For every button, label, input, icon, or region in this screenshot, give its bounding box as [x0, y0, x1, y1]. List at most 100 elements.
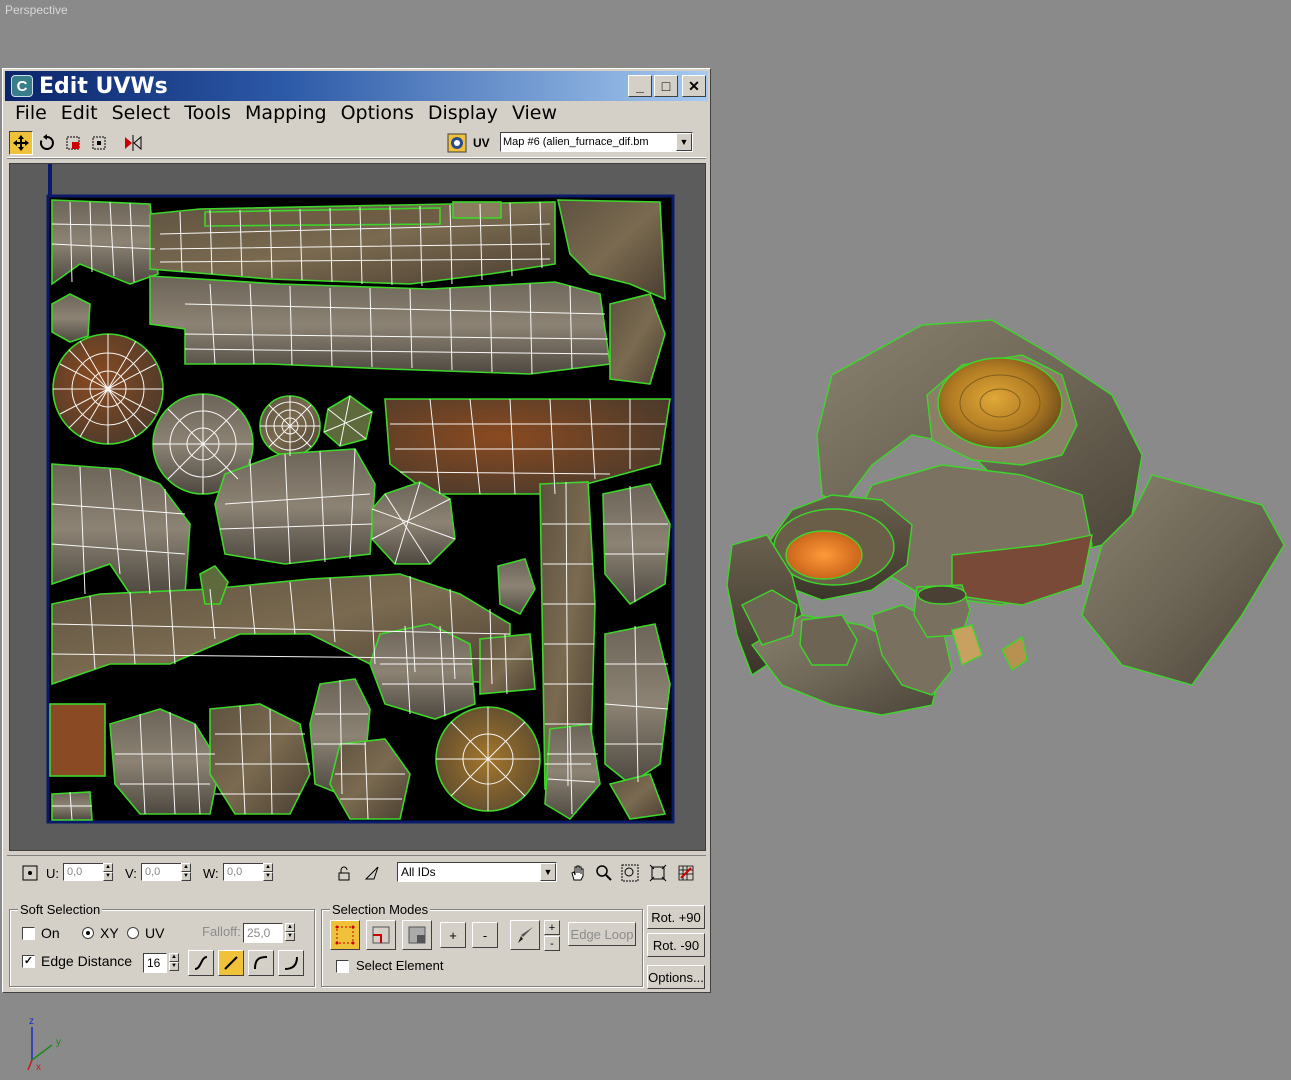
maximize-button[interactable]: □ — [654, 75, 678, 97]
edge-distance-label: Edge Distance — [41, 953, 133, 969]
edge-distance-field[interactable]: 16 — [143, 953, 167, 973]
freeform-icon — [92, 136, 106, 150]
selection-modes-group: Selection Modes + - + - Edge Loop Select… — [321, 902, 643, 987]
checker-map-button[interactable] — [445, 131, 469, 155]
falloff-fast-out-button[interactable] — [278, 950, 304, 976]
material-id-value: All IDs — [401, 865, 436, 879]
move-icon — [13, 135, 29, 151]
falloff-label: Falloff: — [202, 924, 241, 939]
menu-select[interactable]: Select — [106, 101, 179, 125]
soft-selection-group: Soft Selection On XY UV Falloff: 25,0 ▲ ▼… — [9, 902, 315, 987]
coordinate-bar: U: 0,0 ▲ ▼ V: 0,0 ▲ ▼ W: 0,0 ▲ ▼ All IDs ▼ — [7, 855, 706, 890]
zoom-extents-icon[interactable] — [647, 863, 669, 883]
slow-out-curve-icon — [254, 956, 268, 970]
window-title: Edit UVWs — [39, 74, 168, 99]
menu-edit[interactable]: Edit — [55, 101, 106, 125]
lock-icon[interactable] — [333, 863, 355, 883]
edge-mode-icon — [372, 926, 390, 944]
map-select-dropdown[interactable]: Map #6 (alien_furnace_dif.bm ▼ — [500, 132, 693, 152]
uv-radio[interactable] — [127, 927, 139, 939]
mirror-tool-button[interactable] — [121, 131, 145, 155]
v-spinner[interactable]: ▲ ▼ — [181, 863, 191, 881]
map-select-value: Map #6 (alien_furnace_dif.bm — [503, 136, 649, 148]
menu-bar: File Edit Select Tools Mapping Options D… — [9, 101, 565, 125]
edit-uvws-window: C Edit UVWs _ □ ✕ File Edit Select Tools… — [2, 68, 711, 993]
viewport-label: Perspective — [5, 3, 68, 17]
pan-icon[interactable] — [567, 863, 589, 883]
shrink-selection-button[interactable]: - — [472, 922, 498, 948]
checker-icon — [447, 133, 467, 153]
menu-view[interactable]: View — [506, 101, 565, 125]
w-spinner[interactable]: ▲ ▼ — [263, 863, 273, 881]
menu-options[interactable]: Options — [335, 101, 422, 125]
falloff-field[interactable]: 25,0 — [243, 923, 283, 943]
zoom-icon[interactable] — [593, 863, 615, 883]
options-button[interactable]: Options... — [647, 965, 705, 989]
brush-size-up-button[interactable]: + — [544, 920, 560, 935]
axis-y-label: y — [56, 1037, 61, 1048]
edge-mode-button[interactable] — [366, 920, 396, 950]
brush-icon — [518, 927, 533, 943]
menu-display[interactable]: Display — [422, 101, 506, 125]
grid-toggle-icon[interactable] — [675, 863, 697, 883]
face-mode-button[interactable] — [402, 920, 432, 950]
filter-icon[interactable] — [361, 863, 383, 883]
falloff-spinner[interactable]: ▲ ▼ — [285, 923, 295, 941]
chevron-down-icon: ▼ — [540, 863, 556, 881]
on-label: On — [41, 925, 60, 941]
fast-out-curve-icon — [284, 956, 298, 970]
chevron-down-icon: ▼ — [676, 133, 692, 151]
w-label: W: — [203, 866, 219, 881]
uv-editor-canvas[interactable] — [9, 163, 706, 851]
minimize-button[interactable]: _ — [628, 75, 652, 97]
mirror-icon — [125, 135, 142, 151]
u-label: U: — [46, 866, 59, 881]
rotate-plus-90-button[interactable]: Rot. +90 — [647, 905, 705, 929]
smooth-curve-icon — [194, 956, 208, 970]
xy-radio[interactable] — [82, 927, 94, 939]
rotate-tool-button[interactable] — [35, 131, 59, 155]
edge-distance-checkbox[interactable]: ✓ — [22, 955, 35, 968]
u-spinner[interactable]: ▲ ▼ — [103, 863, 113, 881]
zoom-region-icon[interactable] — [619, 863, 641, 883]
uv-layout — [46, 164, 675, 824]
grow-selection-button[interactable]: + — [440, 922, 466, 948]
select-element-checkbox[interactable] — [336, 960, 349, 973]
v-label: V: — [125, 866, 137, 881]
linear-curve-icon — [224, 956, 238, 970]
edge-distance-spinner[interactable]: ▲ ▼ — [169, 953, 179, 971]
vertex-mode-icon — [335, 925, 355, 945]
menu-mapping[interactable]: Mapping — [239, 101, 335, 125]
axis-x-label: x — [36, 1062, 41, 1070]
vertex-mode-button[interactable] — [330, 920, 360, 950]
move-tool-button[interactable] — [9, 131, 33, 155]
falloff-smooth-button[interactable] — [188, 950, 214, 976]
selection-modes-title: Selection Modes — [330, 902, 431, 917]
material-id-dropdown[interactable]: All IDs ▼ — [397, 862, 557, 882]
select-element-label: Select Element — [356, 958, 444, 973]
absolute-offset-icon[interactable] — [19, 863, 41, 883]
scale-icon — [66, 136, 80, 150]
edge-loop-button[interactable]: Edge Loop — [568, 922, 636, 946]
face-mode-icon — [408, 926, 426, 944]
rotate-icon — [39, 134, 54, 150]
falloff-slow-out-button[interactable] — [248, 950, 274, 976]
uv-radio-label: UV — [145, 925, 165, 941]
title-bar[interactable]: C Edit UVWs _ □ ✕ — [5, 71, 708, 101]
rotate-minus-90-button[interactable]: Rot. -90 — [647, 933, 705, 957]
paint-select-button[interactable] — [510, 920, 540, 950]
menu-tools[interactable]: Tools — [178, 101, 239, 125]
falloff-linear-button[interactable] — [218, 950, 244, 976]
scale-tool-button[interactable] — [61, 131, 85, 155]
axis-z-label: z — [29, 1016, 34, 1027]
menu-file[interactable]: File — [9, 101, 55, 125]
uv-toolbar: UV Map #6 (alien_furnace_dif.bm ▼ — [7, 129, 706, 158]
xy-label: XY — [100, 925, 119, 941]
alien-furnace-model[interactable] — [722, 315, 1287, 725]
soft-selection-on-checkbox[interactable] — [22, 927, 35, 940]
soft-selection-title: Soft Selection — [18, 902, 103, 917]
freeform-tool-button[interactable] — [87, 131, 111, 155]
brush-size-down-button[interactable]: - — [544, 936, 560, 951]
close-button[interactable]: ✕ — [682, 75, 706, 97]
axis-tripod: z y x — [27, 1016, 61, 1070]
